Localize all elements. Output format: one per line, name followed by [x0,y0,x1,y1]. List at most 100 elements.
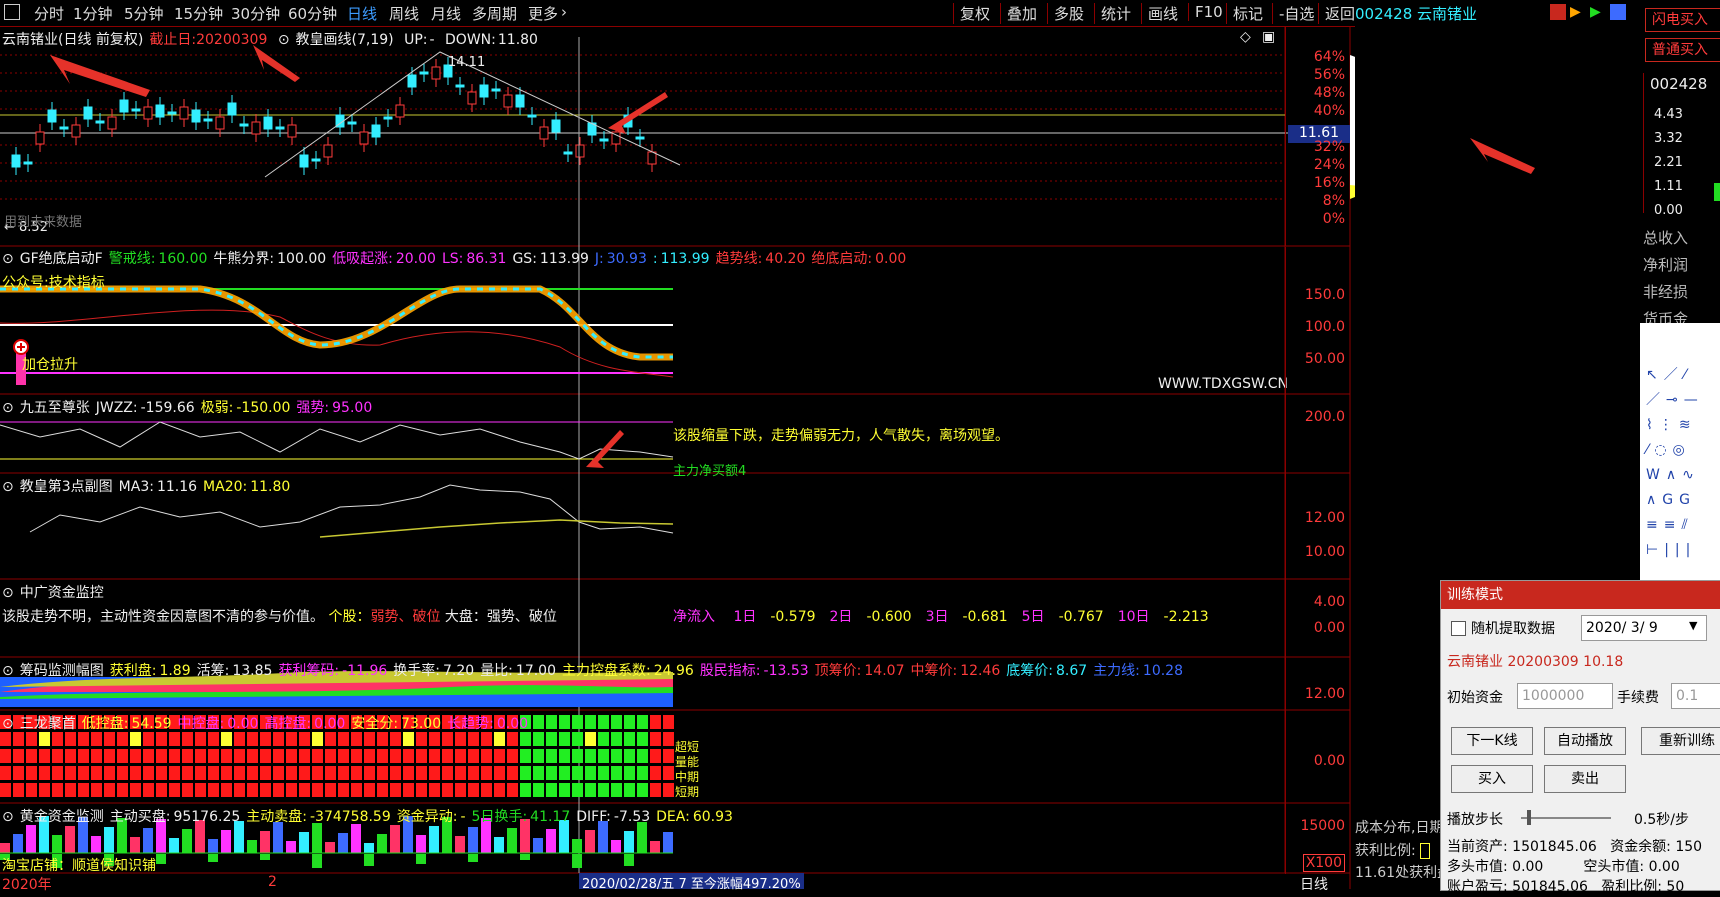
flag-icon[interactable]: ▶ [1570,4,1581,20]
chevron-down-icon[interactable]: ▼ [1689,619,1697,632]
ytick: 64% [1313,49,1345,65]
auto-play-button[interactable]: 自动播放 [1544,727,1626,755]
indicator-value: 20.00 [395,251,436,267]
window-menu-icon[interactable] [4,4,20,20]
circle-chevron-icon[interactable]: ⊙ [2,663,14,679]
indicator-value: 12.46 [960,663,1001,679]
panel_gf-name[interactable]: GF绝底启动F [20,251,103,267]
indicator-value: 95.00 [332,400,373,416]
mini-code: 002428 [1650,75,1708,93]
tab-period-6[interactable]: 日线 [347,3,377,24]
indicator-label: 资金异动: [396,809,458,825]
indicator-value: 11.16 [156,479,198,495]
tab-period-1[interactable]: 1分钟 [73,3,113,24]
tab-period-9[interactable]: 多周期 [472,3,517,24]
finance-label[interactable]: 净利润 [1643,252,1688,279]
tool-5[interactable]: F10 [1188,3,1229,21]
indicator-label: 极弱: [200,400,234,416]
indicator-value: -159.66 [140,400,195,416]
circle-chevron-icon[interactable]: ⊙ [2,251,14,267]
indicator-value: -7.53 [613,809,651,825]
main-y-axis: 64% 56% 48% 40% 32% 24% 16% 8% 0% [1285,27,1351,246]
training-stock: 云南锗业 [1447,654,1503,670]
tool-2[interactable]: 多股 [1047,3,1090,24]
header-name: 云南锗业 [1417,5,1478,23]
indicator-item: 主力控盘系数: 24.96 [562,663,694,679]
tool-6[interactable]: 标记 [1226,3,1269,24]
chevron-right-icon[interactable]: › [561,3,567,21]
restart-button[interactable]: 重新训练 [1641,727,1720,755]
buy-button[interactable]: 买入 [1451,765,1533,793]
tool-1[interactable]: 叠加 [1000,3,1043,24]
circle-chevron-icon[interactable]: ⊙ [2,809,14,825]
indicator-value: 0.00 [875,251,907,267]
mini-value: 3.32 [1654,131,1683,146]
indicator-item: 获利筹码: -11.96 [278,663,387,679]
panel_cm-name[interactable]: 筹码监测幅图 [20,663,104,679]
tab-period-10[interactable]: 更多 [528,3,558,24]
main-chart-title: 云南锗业(日线 前复权) 截止日:20200309 ⊙ 教皇画线(7,19) UP:… [2,29,544,49]
init-input[interactable]: 1000000 [1517,683,1613,709]
tab-period-7[interactable]: 周线 [389,3,419,24]
grid-icon[interactable] [1550,4,1566,20]
circle-chevron-icon[interactable]: ⊙ [2,716,14,732]
training-price: 10.18 [1583,654,1624,670]
tab-period-4[interactable]: 30分钟 [231,3,280,24]
tool-0[interactable]: 复权 [953,3,996,24]
day-value: -2.213 [1163,609,1209,625]
indicator-value: 60.93 [692,809,733,825]
panel_sl-name[interactable]: 三龙聚首 [20,716,76,732]
ytick: 12.00 [1304,510,1345,526]
indicator-value: 8.67 [1056,663,1088,679]
tab-period-8[interactable]: 月线 [431,3,461,24]
circle-chevron-icon[interactable]: ⊙ [2,479,14,495]
panel-toggle-icon[interactable]: ▣ [1262,29,1275,45]
random-checkbox[interactable] [1451,621,1466,636]
ytick: 4.00 [1313,594,1345,610]
tab-period-2[interactable]: 5分钟 [124,3,164,24]
slider-thumb[interactable] [1527,810,1531,825]
up-label: UP: [404,32,428,48]
panel_jh3-name[interactable]: 教皇第3点副图 [20,479,113,495]
finance-label[interactable]: 总收入 [1643,225,1688,252]
step-slider[interactable] [1521,817,1611,819]
indicator-item: 资金异动: - [397,809,466,825]
flash-buy-button[interactable]: 闪电买入 [1645,8,1720,32]
diamond-icon[interactable]: ◇ [1240,29,1251,45]
indicator-item: 量比: 17.00 [480,663,556,679]
zg-name[interactable]: 中广资金监控 [20,585,104,601]
indicator-item: 高控盘: 0.00 [264,716,345,732]
circle-chevron-icon[interactable]: ⊙ [2,585,14,601]
indicator-label: 量比: [480,663,513,679]
tool-3[interactable]: 统计 [1094,3,1137,24]
drawing-tool-icons[interactable]: ↖／⁄ ／⊸— ⌇⋮≋ ⁄◌◎ W∧∿ ∧GG ≡≡⫽ ⊢||| [1646,363,1704,563]
panel_hj-name[interactable]: 黄金资金监测 [20,809,104,825]
flag-green-icon[interactable]: ▶ [1590,4,1601,20]
image-icon[interactable] [1610,4,1626,20]
indicator-item: 牛熊分界: 100.00 [213,251,326,267]
tab-period-5[interactable]: 60分钟 [288,3,337,24]
indicator-item: 低控盘: 54.59 [82,716,172,732]
sell-button[interactable]: 卖出 [1544,765,1626,793]
day-value: -0.600 [866,609,912,625]
normal-buy-button[interactable]: 普通买入 [1645,38,1720,62]
circle-chevron-icon[interactable]: ⊙ [2,400,14,416]
indicator-label: 获利盘: [109,663,157,679]
finance-label[interactable]: 非经损 [1643,279,1688,306]
panel_jwzz-name[interactable]: 九五至尊张 [20,400,90,416]
tool-4[interactable]: 画线 [1141,3,1184,24]
zg-stock-state: 弱势、破位 [370,609,441,625]
tab-period-0[interactable]: 分时 [34,3,64,24]
tool-7[interactable]: -自选 [1272,3,1320,24]
training-date: 20200309 [1507,654,1579,670]
tab-period-3[interactable]: 15分钟 [174,3,223,24]
down-label: DOWN: [445,32,496,48]
zg-summary: 该股走势不明，主动性资金因意图不清的参与价值。 个股：弱势、破位 大盘：强势、破… [2,606,557,626]
step-value: 0.5秒/步 [1634,812,1689,828]
next-candle-button[interactable]: 下一K线 [1451,727,1533,755]
indicator-label: 主动买盘: [109,809,171,825]
fee-input[interactable]: 0.1 [1671,683,1720,709]
indicator-item: 安全分: 73.00 [351,716,441,732]
circle-chevron-icon[interactable]: ⊙ [278,32,290,48]
indicator-name[interactable]: 教皇画线(7,19) [296,32,394,48]
